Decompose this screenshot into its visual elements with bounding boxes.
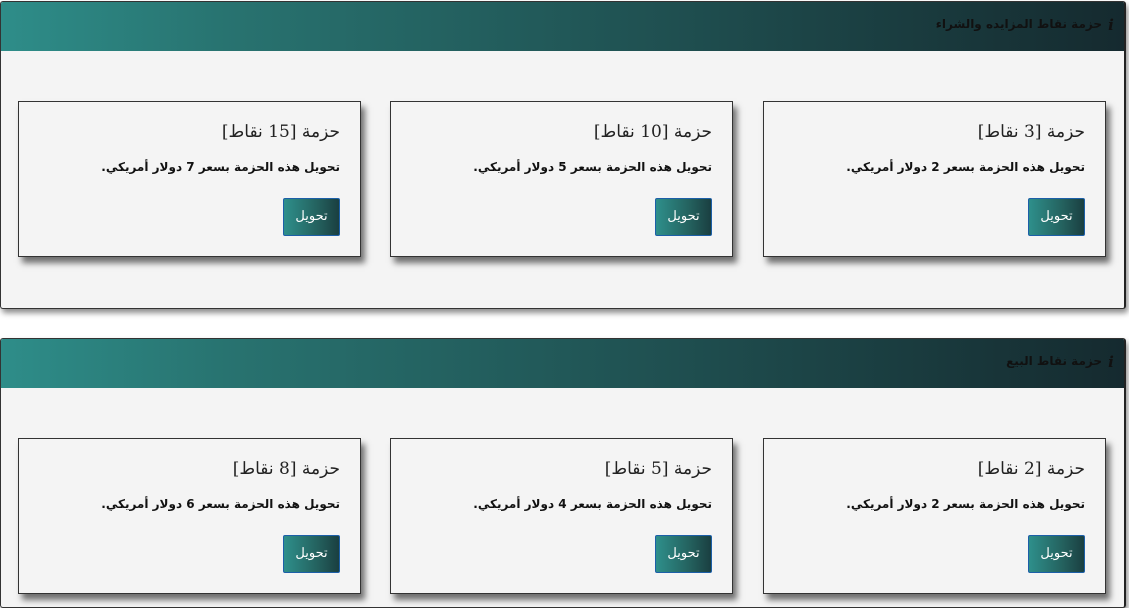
package-description: تحويل هذه الحزمة بسعر 2 دولار أمريكي. [846, 160, 1085, 174]
package-card: حزمة [3 نقاط] تحويل هذه الحزمة بسعر 2 دو… [763, 101, 1106, 257]
convert-button[interactable]: تحويل [655, 535, 712, 573]
info-icon: i [1108, 16, 1114, 34]
info-icon: i [1108, 353, 1114, 371]
selling-points-panel: i حزمة نقاط البيع حزمة [2 نقاط] تحويل هذ… [0, 338, 1126, 608]
panel-title: حزمة نقاط البيع [1006, 354, 1102, 368]
package-card: حزمة [10 نقاط] تحويل هذه الحزمة بسعر 5 د… [390, 101, 733, 257]
package-title: حزمة [8 نقاط] [232, 459, 340, 479]
panel-header: i حزمة نقاط المزايده والشراء [1, 2, 1124, 51]
bidding-purchase-points-panel: i حزمة نقاط المزايده والشراء حزمة [3 نقا… [0, 1, 1126, 309]
package-description: تحويل هذه الحزمة بسعر 2 دولار أمريكي. [846, 497, 1085, 511]
package-title: حزمة [5 نقاط] [604, 459, 712, 479]
convert-button[interactable]: تحويل [655, 198, 712, 236]
convert-button[interactable]: تحويل [1028, 198, 1085, 236]
package-title: حزمة [15 نقاط] [221, 122, 340, 142]
package-description: تحويل هذه الحزمة بسعر 7 دولار أمريكي. [101, 160, 340, 174]
package-card: حزمة [2 نقاط] تحويل هذه الحزمة بسعر 2 دو… [763, 438, 1106, 594]
package-title: حزمة [2 نقاط] [977, 459, 1085, 479]
package-card: حزمة [8 نقاط] تحويل هذه الحزمة بسعر 6 دو… [18, 438, 361, 594]
package-description: تحويل هذه الحزمة بسعر 4 دولار أمريكي. [473, 497, 712, 511]
package-description: تحويل هذه الحزمة بسعر 5 دولار أمريكي. [473, 160, 712, 174]
package-title: حزمة [10 نقاط] [593, 122, 712, 142]
package-description: تحويل هذه الحزمة بسعر 6 دولار أمريكي. [101, 497, 340, 511]
convert-button[interactable]: تحويل [283, 198, 340, 236]
convert-button[interactable]: تحويل [1028, 535, 1085, 573]
panel-title: حزمة نقاط المزايده والشراء [935, 17, 1102, 31]
convert-button[interactable]: تحويل [283, 535, 340, 573]
package-card: حزمة [5 نقاط] تحويل هذه الحزمة بسعر 4 دو… [390, 438, 733, 594]
package-card: حزمة [15 نقاط] تحويل هذه الحزمة بسعر 7 د… [18, 101, 361, 257]
package-title: حزمة [3 نقاط] [977, 122, 1085, 142]
panel-header: i حزمة نقاط البيع [1, 339, 1124, 388]
